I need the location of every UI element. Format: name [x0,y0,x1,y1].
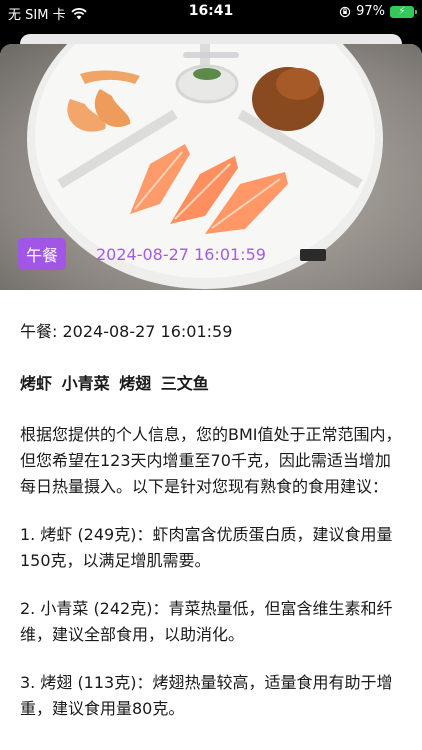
screen-rotation-lock-icon [339,6,351,17]
meal-detail-sheet[interactable]: 午餐 2024-08-27 16:01:59 午餐: 2024-08-27 16… [0,44,422,750]
food-item: 烤翅 [119,374,152,393]
advice-content: 午餐: 2024-08-27 16:01:59 烤虾 小青菜 烤翅 三文鱼 根据… [0,290,422,722]
status-right: 97% ⚡ [339,4,417,19]
sheet-grabber[interactable] [183,52,239,58]
meal-photo: 午餐 2024-08-27 16:01:59 [0,44,422,290]
battery-charging-icon: ⚡ [398,5,406,17]
battery-percent: 97% [356,4,385,19]
advice-item: 1. 烤虾 (249克)：虾肉富含优质蛋白质，建议食用量150克，以满足增肌需要… [20,525,393,570]
food-item: 三文鱼 [160,374,209,393]
advice-intro: 根据您提供的个人信息，您的BMI值处于正常范围内，但您希望在123天内增重至70… [20,425,402,496]
advice-item: 3. 烤翅 (113克)：烤翅热量较高，适量食用有助于增重，建议食用量80克。 [20,673,393,718]
food-item: 小青菜 [61,374,110,393]
meal-header: 午餐: 2024-08-27 16:01:59 [20,322,233,341]
meal-type-tag: 午餐 [18,238,67,270]
photo-timestamp: 2024-08-27 16:01:59 [96,245,266,264]
status-bar: 无 SIM 卡 16:41 97% ⚡ [0,0,422,26]
food-item: 烤虾 [20,374,53,393]
food-list: 烤虾 小青菜 烤翅 三文鱼 [20,370,402,394]
advice-item: 2. 小青菜 (242克)：青菜热量低，但富含维生素和纤维，建议全部食用，以助消… [20,599,393,644]
battery-icon: ⚡ [390,5,417,18]
